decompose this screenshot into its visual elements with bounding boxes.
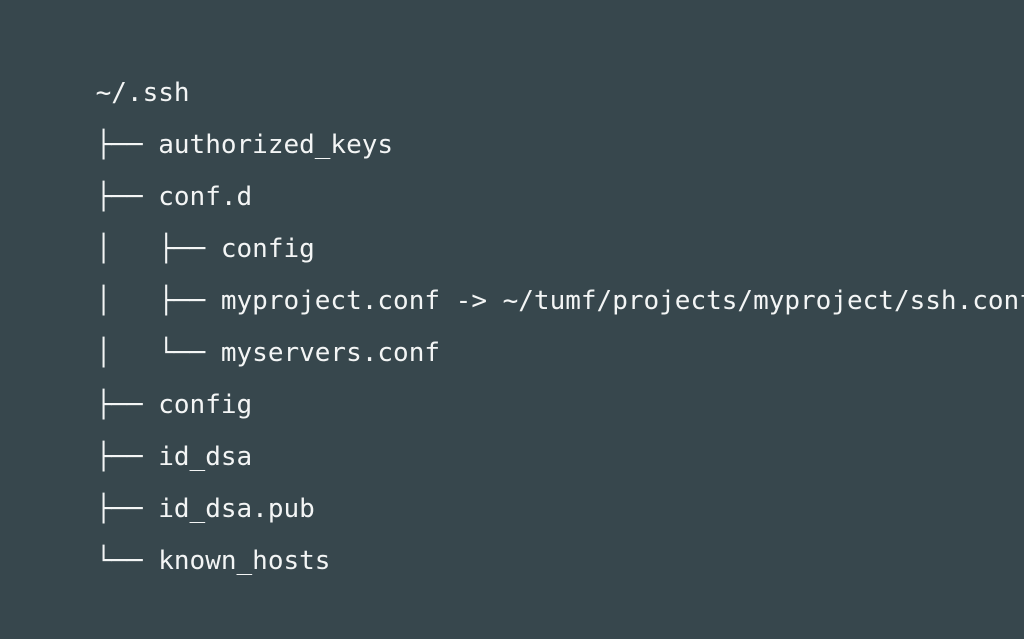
tree-branch: ├── <box>95 182 159 212</box>
symlink-name: myproject.conf -> ~/tumf/projects/myproj… <box>220 286 1024 316</box>
file-name: known_hosts <box>158 546 331 576</box>
file-name: id_dsa <box>158 442 253 472</box>
file-name: config <box>158 390 253 420</box>
directory-name: ~/.ssh <box>95 78 190 108</box>
tree-branch: ├── <box>95 390 159 420</box>
file-name: authorized_keys <box>158 130 394 160</box>
terminal-output: ~/.ssh ├── authorized_keys ├── conf.d │ … <box>0 0 1024 576</box>
tree-branch: ├── <box>95 130 159 160</box>
tree-branch: │ └── <box>95 338 221 368</box>
tree-line-root: ~/.ssh <box>33 15 1024 108</box>
file-name: config <box>220 234 315 264</box>
tree-branch: ├── <box>95 494 159 524</box>
tree-branch: │ ├── <box>95 234 221 264</box>
file-name: id_dsa.pub <box>158 494 315 524</box>
tree-branch: └── <box>95 546 159 576</box>
tree-branch: │ ├── <box>95 286 221 316</box>
directory-name: conf.d <box>158 182 253 212</box>
tree-branch: ├── <box>95 442 159 472</box>
file-name: myservers.conf <box>220 338 441 368</box>
